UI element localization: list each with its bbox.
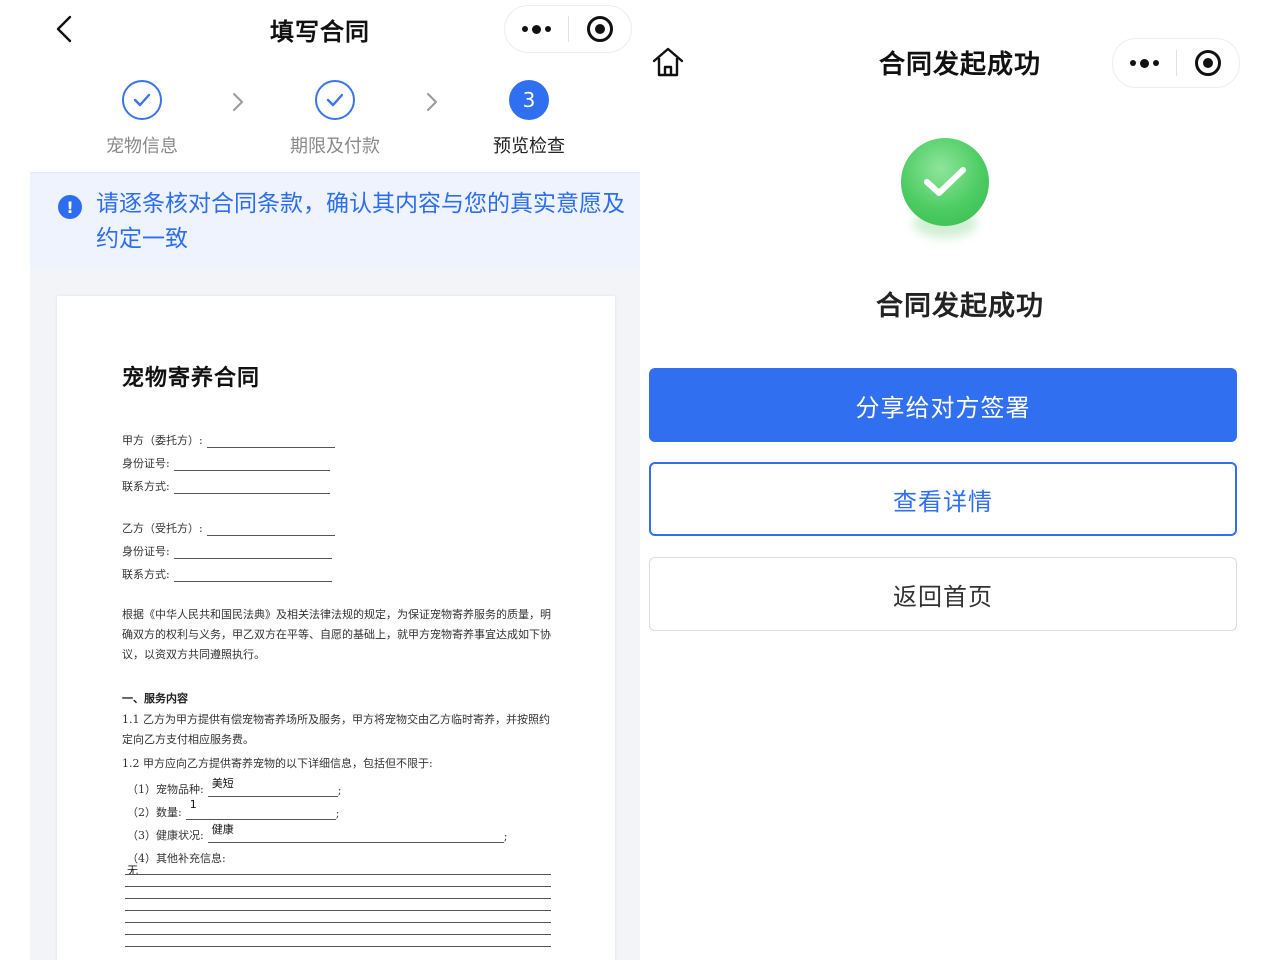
target-icon xyxy=(586,16,613,42)
step-number-circle: 3 xyxy=(509,80,549,120)
other-info-field: （4）其他补充信息: xyxy=(127,844,226,866)
info-icon: ! xyxy=(58,195,82,219)
ruled-line xyxy=(125,886,551,887)
step-pet-info: 宠物信息 xyxy=(62,80,222,158)
field-label: 乙方（受托方）: xyxy=(122,522,203,535)
blank-line xyxy=(206,522,335,536)
step-term-payment: 期限及付款 xyxy=(255,80,415,158)
check-icon xyxy=(924,167,966,196)
party-b-id-field: 身份证号: xyxy=(122,539,332,559)
item-label: （2）数量: xyxy=(127,806,182,819)
step-done-circle xyxy=(315,80,355,120)
party-b-field: 乙方（受托方）: xyxy=(122,516,335,536)
field-label: 甲方（委托方）: xyxy=(122,434,203,447)
contract-document[interactable]: 宠物寄养合同 甲方（委托方）: 身份证号: 联系方式: 乙方（受托方）: 身份证… xyxy=(57,296,615,960)
contract-success-screen: 合同发起成功 合同发起成功 分享给对方签署 查看详情 返回首页 xyxy=(640,0,1280,960)
blank-line xyxy=(173,545,332,559)
field-label: 身份证号: xyxy=(122,545,170,558)
check-icon xyxy=(326,93,344,107)
ruled-line xyxy=(125,874,551,875)
field-label: 联系方式: xyxy=(122,568,170,581)
close-miniprogram-button[interactable] xyxy=(569,6,632,52)
pet-count-field: （2）数量: 1 ; xyxy=(127,798,339,820)
chevron-right-icon xyxy=(427,93,437,111)
check-icon xyxy=(133,93,151,107)
step-label: 预览检查 xyxy=(493,136,565,157)
blank-line xyxy=(173,480,330,494)
party-a-contact-field: 联系方式: xyxy=(122,474,330,494)
view-details-button[interactable]: 查看详情 xyxy=(649,462,1237,536)
party-a-id-field: 身份证号: xyxy=(122,451,330,471)
semicolon: ; xyxy=(335,807,340,820)
clause-1-1: 1.1 乙方为甲方提供有偿宠物寄养场所及服务，甲方将宠物交由乙方临时寄养，并按照… xyxy=(122,713,550,746)
section-title: 一、服务内容 xyxy=(122,692,188,705)
target-icon xyxy=(1194,50,1221,76)
party-b-contact-field: 联系方式: xyxy=(122,562,332,582)
field-label: 联系方式: xyxy=(122,480,170,493)
ruled-line xyxy=(125,898,551,899)
chevron-right-icon xyxy=(233,93,243,111)
more-dots-icon xyxy=(521,24,551,34)
close-miniprogram-button[interactable] xyxy=(1177,39,1240,87)
back-to-home-button[interactable]: 返回首页 xyxy=(649,557,1237,631)
pet-breed-field: （1）宠物品种: 美短 ; xyxy=(127,775,341,797)
party-a-field: 甲方（委托方）: xyxy=(122,428,335,448)
item-label: （3）健康状况: xyxy=(127,829,204,842)
ruled-line xyxy=(125,934,551,935)
nav-bar: 填写合同 xyxy=(0,0,640,60)
success-badge xyxy=(895,136,995,246)
ruled-line xyxy=(125,946,551,947)
notice-banner: ! 请逐条核对合同条款，确认其内容与您的真实意愿及约定一致 xyxy=(30,172,640,270)
clause-1-2: 1.2 甲方应向乙方提供寄养宠物的以下详细信息，包括但不限于: xyxy=(122,757,433,770)
step-label: 期限及付款 xyxy=(290,136,380,157)
step-indicator: 宠物信息 期限及付款 3 预览检查 xyxy=(30,70,640,170)
intro-paragraph: 根据《中华人民共和国民法典》及相关法律法规的规定，为保证宠物寄养服务的质量，明确… xyxy=(122,608,551,661)
blank-line xyxy=(173,568,332,582)
semicolon: ; xyxy=(503,830,508,843)
fill-line: 美短 xyxy=(207,777,338,797)
step-done-circle xyxy=(122,80,162,120)
ruled-line xyxy=(125,922,551,923)
fill-line: 健康 xyxy=(207,823,504,843)
pet-health-value: 健康 xyxy=(211,823,234,836)
success-check-icon xyxy=(901,138,989,226)
notice-text: 请逐条核对合同条款，确认其内容与您的真实意愿及约定一致 xyxy=(96,191,625,252)
more-button[interactable] xyxy=(1113,39,1176,87)
contract-fill-screen: 填写合同 宠物信息 期限及付款 3 预览检查 ! 请逐条核对合同条款，确认其内容… xyxy=(0,0,640,960)
share-to-sign-button[interactable]: 分享给对方签署 xyxy=(649,368,1237,442)
pet-count-value: 1 xyxy=(189,798,197,811)
blank-line xyxy=(206,434,335,448)
mini-program-capsule xyxy=(1112,38,1240,88)
item-label: （4）其他补充信息: xyxy=(127,852,226,865)
field-label: 身份证号: xyxy=(122,457,170,470)
pet-breed-value: 美短 xyxy=(211,777,234,790)
success-title: 合同发起成功 xyxy=(876,291,1044,322)
item-label: （1）宠物品种: xyxy=(127,783,204,796)
document-title: 宠物寄养合同 xyxy=(122,366,261,391)
more-dots-icon xyxy=(1129,58,1159,68)
mini-program-capsule xyxy=(504,5,632,53)
other-info-value: 无 xyxy=(127,864,138,877)
step-label: 宠物信息 xyxy=(106,136,178,157)
ruled-line xyxy=(125,910,551,911)
fill-line: 1 xyxy=(185,798,336,820)
blank-line xyxy=(173,457,330,471)
semicolon: ; xyxy=(337,784,342,797)
more-button[interactable] xyxy=(505,6,568,52)
pet-health-field: （3）健康状况: 健康 ; xyxy=(127,821,507,843)
step-preview-check: 3 预览检查 xyxy=(449,80,609,158)
